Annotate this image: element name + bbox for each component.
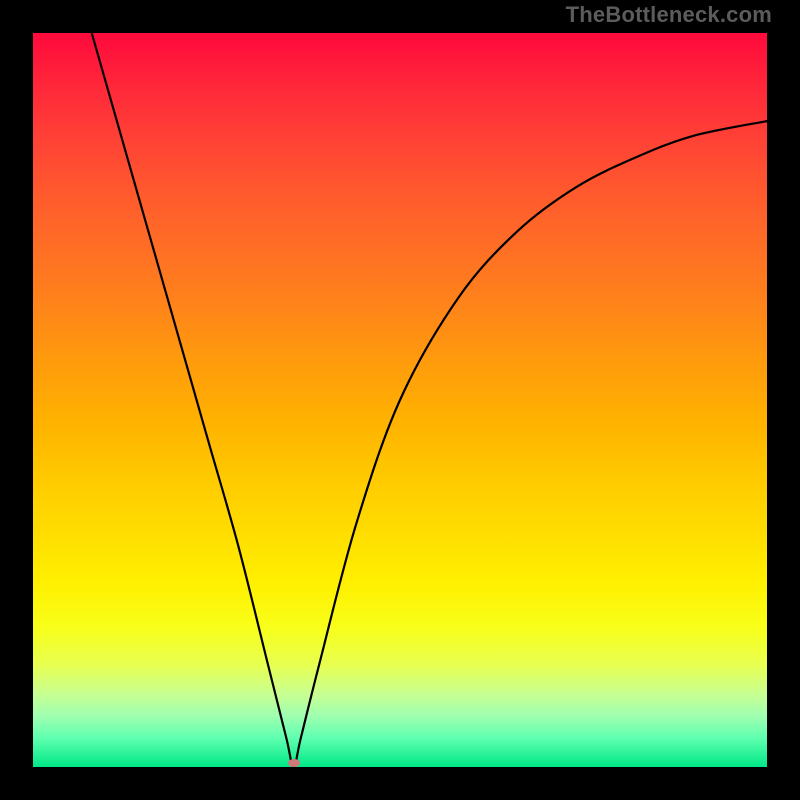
bottleneck-curve xyxy=(92,33,767,767)
chart-plot-area xyxy=(33,33,767,767)
optimal-point-marker xyxy=(288,759,300,767)
curve-svg xyxy=(33,33,767,767)
watermark-text: TheBottleneck.com xyxy=(566,2,772,28)
